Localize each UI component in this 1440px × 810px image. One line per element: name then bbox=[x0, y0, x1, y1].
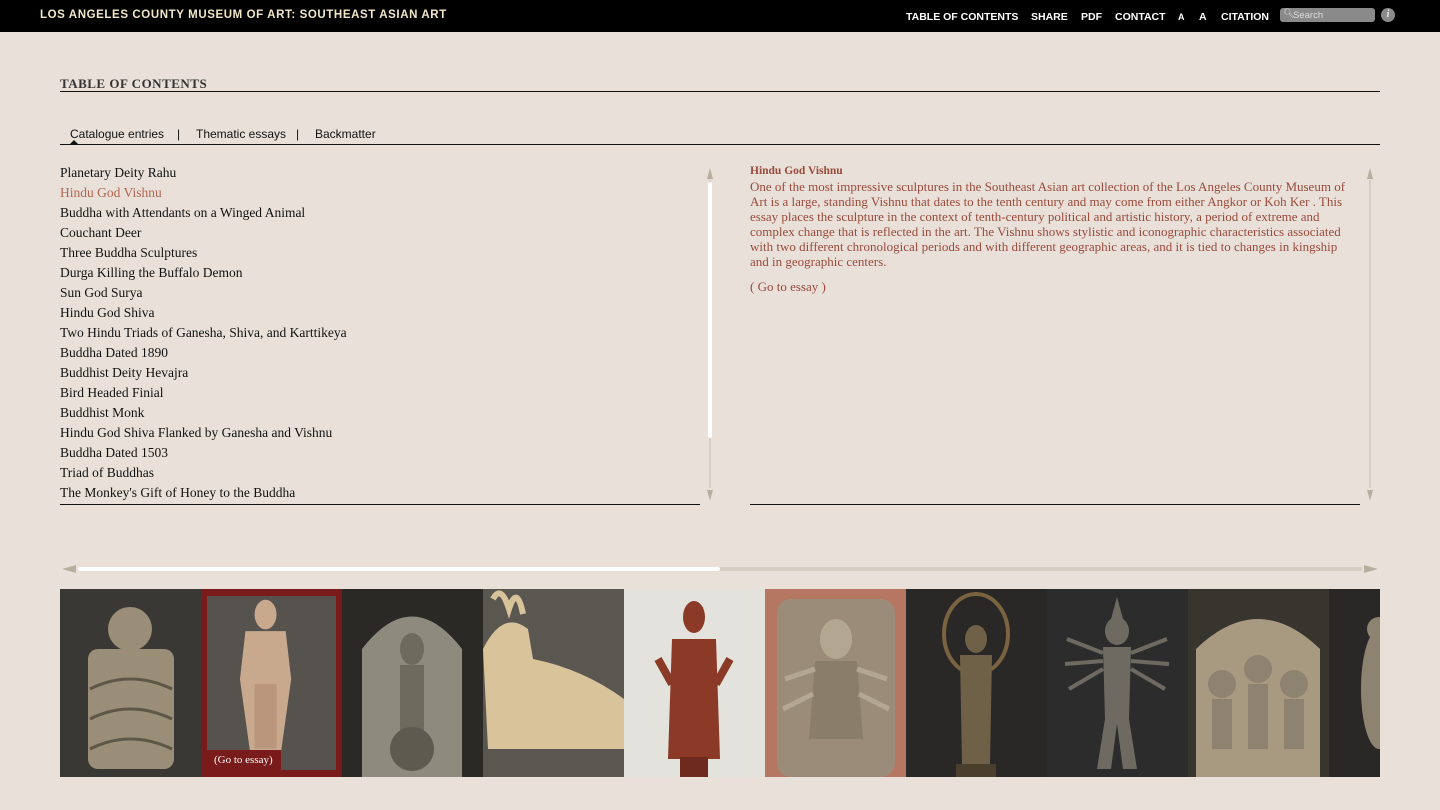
tab-catalogue-entries[interactable]: Catalogue entries bbox=[70, 127, 164, 141]
filmstrip-scroll-left-arrow-icon[interactable] bbox=[62, 565, 76, 573]
list-item[interactable]: Three Buddha Sculptures bbox=[60, 244, 347, 264]
nav-contact[interactable]: CONTACT bbox=[1115, 11, 1166, 23]
list-item[interactable]: Planetary Deity Rahu bbox=[60, 164, 347, 184]
filmstrip-thumbnail[interactable] bbox=[60, 589, 201, 777]
list-item[interactable]: Buddhist Deity Hevajra bbox=[60, 364, 347, 384]
tab-backmatter[interactable]: Backmatter bbox=[315, 127, 376, 141]
scroll-up-arrow-icon[interactable] bbox=[1367, 168, 1373, 179]
filmstrip-scroll-right-arrow-icon[interactable] bbox=[1364, 565, 1378, 573]
list-item-active[interactable]: Hindu God Vishnu bbox=[60, 184, 347, 204]
partial-sculpture-thumbnail bbox=[1329, 589, 1380, 777]
couchant-deer-thumbnail bbox=[483, 589, 624, 777]
vishnu-sculpture-thumbnail bbox=[207, 596, 336, 770]
nav-citation[interactable]: CITATION bbox=[1221, 11, 1269, 23]
description-text: One of the most impressive sculptures in… bbox=[750, 179, 1346, 269]
list-item[interactable]: Couchant Deer bbox=[60, 224, 347, 244]
durga-relief-thumbnail bbox=[765, 589, 906, 777]
nav-table-of-contents[interactable]: TABLE OF CONTENTS bbox=[906, 11, 1018, 23]
list-item[interactable]: Sun God Surya bbox=[60, 284, 347, 304]
search-box: 🔍︎ bbox=[1280, 8, 1375, 22]
font-size-decrease-button[interactable]: A bbox=[1178, 12, 1185, 22]
artwork-filmstrip bbox=[60, 589, 1380, 777]
entry-description-panel: Hindu God Vishnu One of the most impress… bbox=[750, 164, 1355, 295]
font-size-increase-button[interactable]: A bbox=[1199, 11, 1207, 23]
list-item[interactable]: Hindu God Shiva bbox=[60, 304, 347, 324]
list-item[interactable]: Bird Headed Finial bbox=[60, 384, 347, 404]
catalogue-entry-list: Planetary Deity Rahu Hindu God Vishnu Bu… bbox=[60, 164, 347, 504]
description-bottom-divider bbox=[750, 504, 1360, 505]
list-item[interactable]: Durga Killing the Buffalo Demon bbox=[60, 264, 347, 284]
list-item[interactable]: Buddha Dated 1890 bbox=[60, 344, 347, 364]
buddha-attendants-thumbnail bbox=[342, 589, 483, 777]
list-item[interactable]: The Monkey's Gift of Honey to the Buddha bbox=[60, 484, 347, 504]
search-input[interactable] bbox=[1293, 8, 1373, 22]
list-item[interactable]: Hindu God Shiva Flanked by Ganesha and V… bbox=[60, 424, 347, 444]
list-scrollbar-thumb[interactable] bbox=[708, 182, 712, 438]
ganesha-triad-thumbnail bbox=[1188, 589, 1329, 777]
tab-separator: | bbox=[177, 127, 181, 141]
tabs-divider bbox=[60, 144, 1380, 145]
filmstrip-scrollbar-thumb[interactable] bbox=[78, 567, 720, 571]
list-item[interactable]: Triad of Buddhas bbox=[60, 464, 347, 484]
filmstrip-thumbnail[interactable] bbox=[906, 589, 1047, 777]
go-to-essay-badge[interactable]: (Go to essay) bbox=[206, 750, 281, 770]
nav-share[interactable]: SHARE bbox=[1031, 11, 1068, 23]
scroll-down-arrow-icon[interactable] bbox=[1367, 490, 1373, 501]
top-navigation-bar: LOS ANGELES COUNTY MUSEUM OF ART: SOUTHE… bbox=[0, 0, 1440, 32]
filmstrip-thumbnail[interactable] bbox=[1047, 589, 1188, 777]
rahu-sculpture-thumbnail bbox=[60, 589, 201, 777]
list-item[interactable]: Buddha with Attendants on a Winged Anima… bbox=[60, 204, 347, 224]
hevajra-bronze-thumbnail bbox=[1047, 589, 1188, 777]
description-title: Hindu God Vishnu bbox=[750, 165, 843, 177]
nav-pdf[interactable]: PDF bbox=[1081, 11, 1102, 23]
description-scrollbar-track[interactable] bbox=[1369, 180, 1371, 488]
filmstrip-thumbnail[interactable] bbox=[624, 589, 765, 777]
tab-thematic-essays[interactable]: Thematic essays bbox=[196, 127, 286, 141]
page-title: TABLE OF CONTENTS bbox=[60, 76, 208, 91]
go-to-essay-link[interactable]: ( Go to essay ) bbox=[750, 279, 1355, 295]
filmstrip-thumbnail[interactable] bbox=[483, 589, 624, 777]
filmstrip-thumbnail[interactable] bbox=[765, 589, 906, 777]
scroll-up-arrow-icon[interactable] bbox=[707, 168, 713, 179]
list-item[interactable]: Buddha Dated 1503 bbox=[60, 444, 347, 464]
site-title[interactable]: LOS ANGELES COUNTY MUSEUM OF ART: SOUTHE… bbox=[40, 9, 447, 21]
filmstrip-thumbnail[interactable] bbox=[342, 589, 483, 777]
list-item[interactable]: Two Hindu Triads of Ganesha, Shiva, and … bbox=[60, 324, 347, 344]
filmstrip-thumbnail[interactable] bbox=[201, 589, 342, 777]
standing-buddha-thumbnail bbox=[624, 589, 765, 777]
filmstrip-thumbnail[interactable] bbox=[1188, 589, 1329, 777]
filmstrip-thumbnail[interactable] bbox=[1329, 589, 1380, 777]
list-item[interactable]: Buddhist Monk bbox=[60, 404, 347, 424]
info-icon[interactable]: i bbox=[1381, 8, 1395, 22]
tab-separator: | bbox=[296, 127, 300, 141]
heading-divider bbox=[60, 91, 1380, 92]
surya-bronze-thumbnail bbox=[906, 589, 1047, 777]
scroll-down-arrow-icon[interactable] bbox=[707, 490, 713, 501]
list-bottom-divider bbox=[60, 504, 700, 505]
